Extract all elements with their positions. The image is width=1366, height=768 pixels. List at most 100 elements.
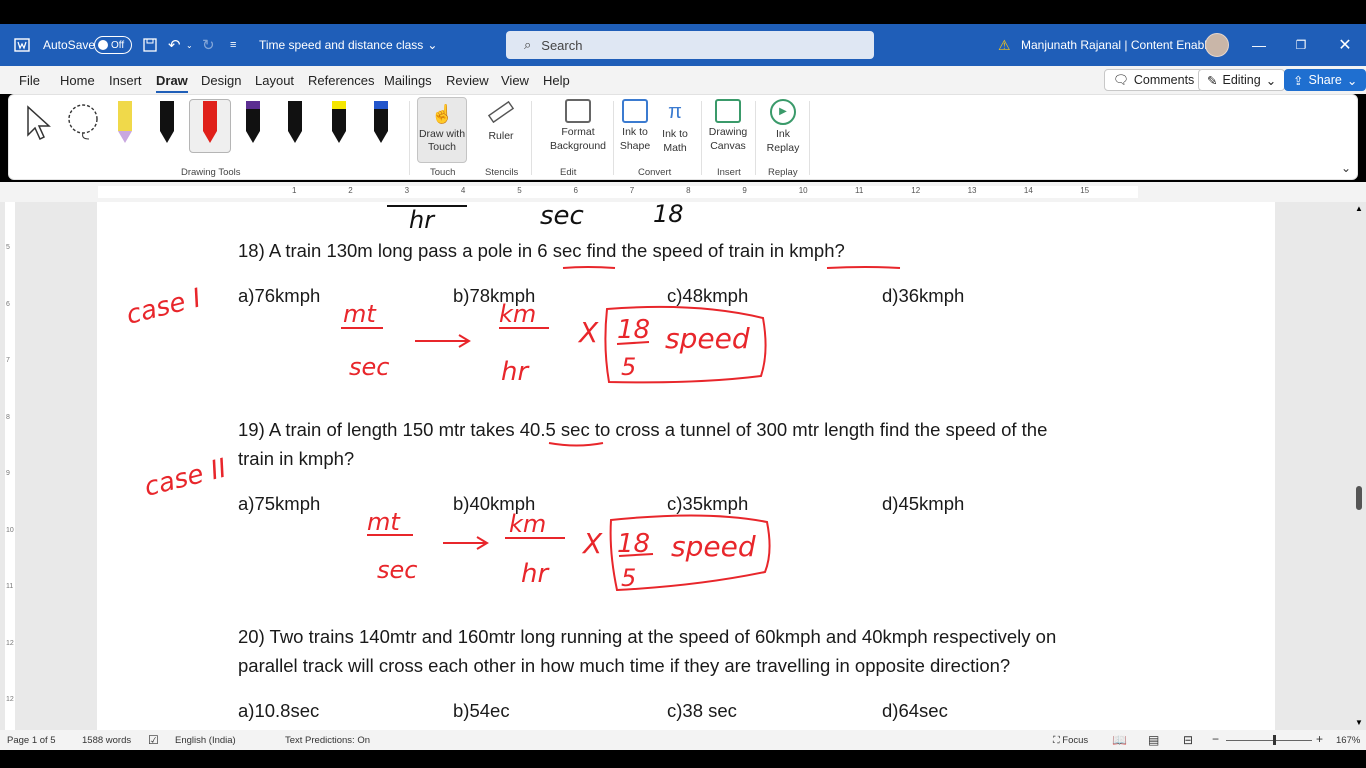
ruler-number: 14 bbox=[1023, 186, 1033, 195]
scrollbar-thumb[interactable] bbox=[1356, 486, 1362, 510]
tab-help[interactable]: Help bbox=[543, 73, 570, 88]
user-name[interactable]: Manjunath Rajanal | Content Enablers bbox=[1021, 24, 1224, 66]
tab-view[interactable]: View bbox=[501, 73, 529, 88]
text-predictions[interactable]: Text Predictions: On bbox=[285, 735, 370, 746]
ruler-button[interactable]: Ruler bbox=[481, 99, 521, 143]
answer-option: c)38 sec bbox=[667, 700, 737, 721]
comments-button[interactable]: 🗨 Comments bbox=[1104, 69, 1204, 91]
minimize-icon[interactable]: — bbox=[1244, 24, 1274, 66]
group-label-touch: Touch bbox=[430, 167, 456, 178]
pen-5-icon[interactable] bbox=[283, 101, 307, 145]
undo-dropdown-icon[interactable]: ⌄ bbox=[186, 24, 193, 66]
warning-icon[interactable]: ⚠ bbox=[998, 24, 1011, 66]
pen-4-icon[interactable] bbox=[241, 101, 265, 145]
autosave-toggle[interactable]: Off bbox=[94, 24, 132, 66]
collapse-ribbon-icon[interactable]: ⌄ bbox=[1341, 161, 1351, 175]
ruler-number: 7 bbox=[629, 186, 635, 195]
undo-icon[interactable]: ↶ bbox=[168, 24, 181, 66]
document-page[interactable]: 18) A train 130m long pass a pole in 6 s… bbox=[97, 202, 1275, 730]
tab-layout[interactable]: Layout bbox=[255, 73, 294, 88]
focus-label: Focus bbox=[1062, 735, 1089, 746]
pen-tip bbox=[160, 131, 174, 143]
zoom-out-icon[interactable]: − bbox=[1212, 732, 1219, 746]
format-background-label: Format Background bbox=[549, 126, 607, 152]
ink-box2-speed: speed bbox=[671, 530, 756, 563]
ink-box-2 bbox=[609, 514, 771, 592]
ink-box1-den: 5 bbox=[621, 353, 636, 381]
tab-references[interactable]: References bbox=[308, 73, 374, 88]
search-box[interactable]: ⌕ Search bbox=[506, 31, 874, 59]
zoom-slider[interactable] bbox=[1226, 740, 1312, 741]
drawing-canvas-button[interactable]: Drawing Canvas bbox=[707, 99, 749, 153]
pen-1-icon[interactable] bbox=[113, 101, 137, 145]
drawing-canvas-icon bbox=[715, 99, 741, 123]
zoom-in-icon[interactable]: + bbox=[1316, 732, 1323, 746]
zoom-slider-thumb[interactable] bbox=[1273, 735, 1276, 745]
hand-touch-icon: ☝ bbox=[431, 104, 454, 124]
pen-tip bbox=[246, 131, 260, 143]
avatar[interactable] bbox=[1205, 24, 1229, 66]
tab-insert[interactable]: Insert bbox=[109, 73, 142, 88]
ruler-number: 12 bbox=[911, 186, 921, 195]
tab-design[interactable]: Design bbox=[201, 73, 241, 88]
ink-replay-button[interactable]: ▶ Ink Replay bbox=[761, 99, 805, 155]
draw-with-touch-button[interactable]: ☝ Draw with Touch bbox=[417, 97, 467, 163]
vertical-scrollbar[interactable]: ▲ ▼ bbox=[1352, 202, 1366, 730]
group-separator bbox=[701, 101, 702, 175]
ink-frac3-num: mt bbox=[367, 508, 401, 536]
pen-color-swatch bbox=[203, 101, 217, 109]
page-count[interactable]: Page 1 of 5 bbox=[7, 735, 56, 746]
pen-2-icon[interactable] bbox=[155, 101, 179, 145]
pi-icon: π bbox=[668, 101, 682, 123]
word-count[interactable]: 1588 words bbox=[82, 735, 131, 746]
document-title[interactable]: Time speed and distance class ⌄ bbox=[259, 24, 437, 66]
redo-icon[interactable]: ↻ bbox=[202, 24, 215, 66]
tab-home[interactable]: Home bbox=[60, 73, 95, 88]
pen-6-icon[interactable] bbox=[327, 101, 351, 145]
language[interactable]: English (India) bbox=[175, 735, 236, 746]
answer-option: a)76kmph bbox=[238, 285, 321, 306]
web-layout-icon[interactable]: ⊟ bbox=[1183, 733, 1193, 747]
ruler-icon bbox=[487, 100, 515, 124]
print-layout-icon[interactable]: ▤ bbox=[1148, 733, 1159, 747]
ink-frac3-den: sec bbox=[377, 556, 417, 584]
vertical-ruler[interactable]: 5 6 7 8 9 10 11 12 12 bbox=[5, 202, 15, 730]
ink-underline-40-5-sec bbox=[548, 442, 604, 447]
format-background-button[interactable]: Format Background bbox=[544, 99, 612, 153]
zoom-level[interactable]: 167% bbox=[1336, 735, 1360, 746]
ink-box1-num: 18 bbox=[617, 315, 650, 345]
lasso-select-icon[interactable] bbox=[65, 103, 103, 144]
group-separator bbox=[409, 101, 410, 175]
share-button[interactable]: ⇪ Share ⌄ bbox=[1284, 69, 1366, 91]
editing-label: Editing bbox=[1222, 73, 1261, 87]
restore-icon[interactable]: ❐ bbox=[1286, 24, 1316, 66]
pen-7-icon[interactable] bbox=[369, 101, 393, 145]
ink-to-math-button[interactable]: π Ink to Math bbox=[657, 99, 693, 155]
question-19-line-1: 19) A train of length 150 mtr takes 40.5… bbox=[238, 419, 1048, 440]
group-separator bbox=[755, 101, 756, 175]
ink-to-shape-button[interactable]: Ink to Shape bbox=[617, 99, 653, 153]
pen-tip bbox=[203, 131, 217, 143]
pen-body bbox=[246, 109, 260, 131]
tab-review[interactable]: Review bbox=[446, 73, 489, 88]
save-icon[interactable] bbox=[143, 24, 157, 66]
pen-color-swatch bbox=[374, 101, 388, 109]
pen-3-icon[interactable] bbox=[198, 101, 222, 145]
scroll-up-icon[interactable]: ▲ bbox=[1355, 204, 1363, 213]
close-icon[interactable]: ✕ bbox=[1330, 24, 1360, 66]
horizontal-ruler[interactable]: 1 2 3 4 5 6 7 8 9 10 11 12 13 14 15 bbox=[0, 182, 1366, 202]
pen-color-swatch bbox=[160, 101, 174, 109]
proofing-icon[interactable]: ☑ bbox=[148, 733, 159, 747]
focus-button[interactable]: ⛶ Focus bbox=[1053, 735, 1088, 746]
question-20-line-2: parallel track will cross each other in … bbox=[238, 655, 1011, 676]
read-mode-icon[interactable]: 📖 bbox=[1112, 733, 1127, 747]
scroll-down-icon[interactable]: ▼ bbox=[1355, 718, 1363, 727]
ruler-number: 6 bbox=[573, 186, 578, 195]
tab-file[interactable]: File bbox=[19, 73, 40, 88]
pencil-icon: ✎ bbox=[1207, 73, 1218, 88]
select-objects-icon[interactable] bbox=[25, 105, 53, 144]
tab-mailings[interactable]: Mailings bbox=[384, 73, 432, 88]
customize-qat-icon[interactable]: ≡ bbox=[230, 24, 236, 66]
editing-mode-button[interactable]: ✎ Editing ⌄ bbox=[1198, 69, 1286, 91]
tab-draw[interactable]: Draw bbox=[156, 73, 188, 93]
